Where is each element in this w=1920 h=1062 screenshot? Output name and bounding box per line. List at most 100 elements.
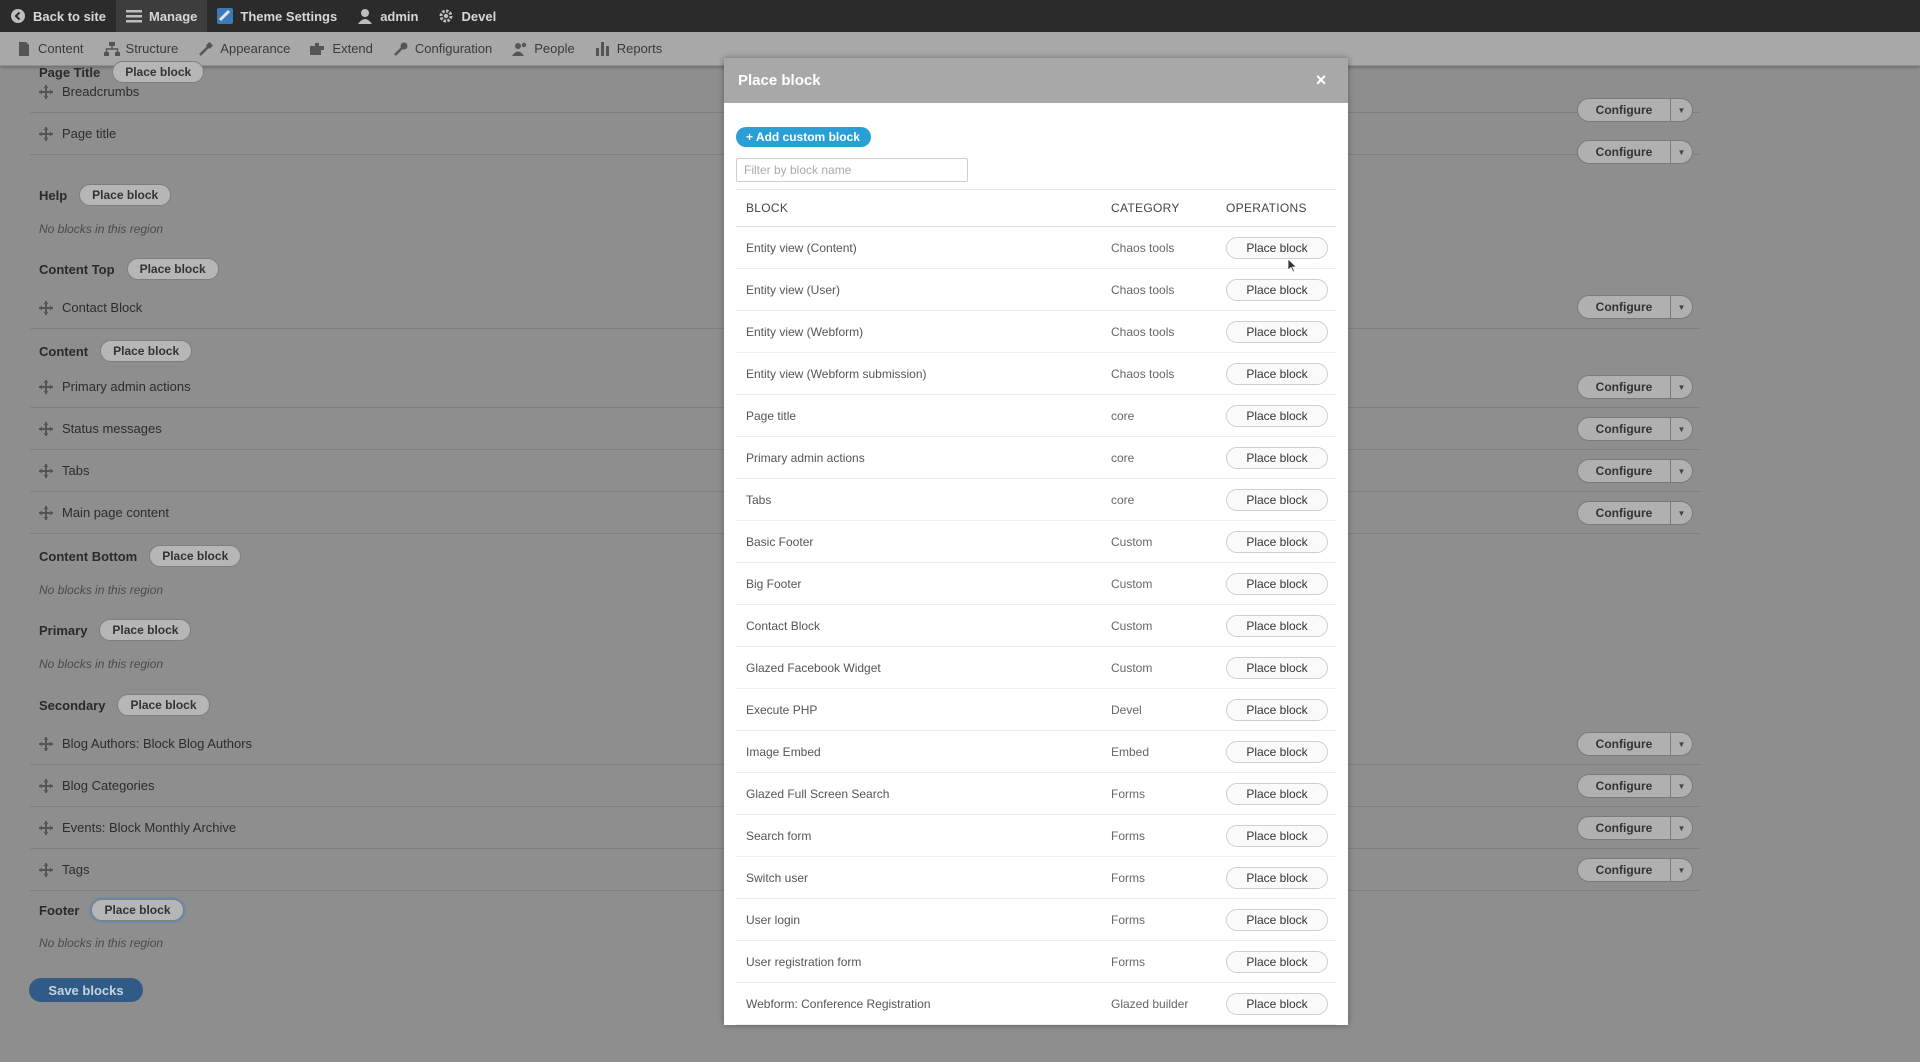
table-row: Page title core Place block bbox=[736, 395, 1336, 437]
manage-menu[interactable]: Manage bbox=[115, 0, 208, 32]
tray-item-appearance[interactable]: Appearance bbox=[188, 41, 300, 57]
operations-cell: Place block bbox=[1226, 698, 1336, 721]
filter-block-input[interactable] bbox=[736, 158, 968, 182]
place-block-button[interactable]: Place block bbox=[1226, 950, 1328, 973]
block-name: Entity view (Webform) bbox=[746, 324, 864, 339]
configure-button[interactable]: Configure bbox=[1577, 858, 1671, 882]
operations-cell: Place block bbox=[1226, 320, 1336, 343]
place-block-button[interactable]: Place block bbox=[149, 545, 242, 567]
tray-item-reports[interactable]: Reports bbox=[585, 41, 673, 57]
place-block-button[interactable]: Place block bbox=[1226, 404, 1328, 427]
add-custom-block-button[interactable]: + Add custom block bbox=[736, 127, 871, 147]
chevron-down-icon[interactable]: ▼ bbox=[1671, 417, 1693, 441]
table-row: Image Embed Embed Place block bbox=[736, 731, 1336, 773]
configure-button[interactable]: Configure bbox=[1577, 774, 1671, 798]
tray-item-people[interactable]: People bbox=[502, 41, 584, 57]
place-block-button[interactable]: Place block bbox=[91, 899, 184, 921]
table-row: Glazed Full Screen Search Forms Place bloc… bbox=[736, 773, 1336, 815]
theme-settings-label: Theme Settings bbox=[240, 8, 338, 24]
drag-handle-icon[interactable] bbox=[30, 84, 62, 99]
configure-button[interactable]: Configure bbox=[1577, 295, 1671, 319]
drag-handle-icon[interactable] bbox=[30, 463, 62, 478]
table-row: Webform: Conference Registration Glazed b… bbox=[736, 983, 1336, 1025]
region-label: Primary bbox=[39, 622, 88, 638]
configure-button[interactable]: Configure bbox=[1577, 459, 1671, 483]
block-label: Status messages bbox=[62, 421, 162, 436]
chevron-down-icon[interactable]: ▼ bbox=[1671, 774, 1693, 798]
place-block-button[interactable]: Place block bbox=[1226, 362, 1328, 385]
configure-split-button: Configure ▼ bbox=[1577, 295, 1693, 319]
place-block-button[interactable]: Place block bbox=[99, 619, 192, 641]
block-category: core bbox=[1111, 408, 1135, 423]
place-block-button[interactable]: Place block bbox=[1226, 740, 1328, 763]
chevron-down-icon[interactable]: ▼ bbox=[1671, 295, 1693, 319]
place-block-button[interactable]: Place block bbox=[1226, 530, 1328, 553]
operations-cell: Place block bbox=[1226, 908, 1336, 931]
drag-handle-icon[interactable] bbox=[30, 505, 62, 520]
chevron-down-icon[interactable]: ▼ bbox=[1671, 501, 1693, 525]
place-block-button[interactable]: Place block bbox=[1226, 866, 1328, 889]
place-block-button[interactable]: Place block bbox=[1226, 824, 1328, 847]
chevron-down-icon[interactable]: ▼ bbox=[1671, 858, 1693, 882]
drag-handle-icon[interactable] bbox=[30, 862, 62, 877]
reports-icon bbox=[595, 41, 611, 57]
configure-button[interactable]: Configure bbox=[1577, 732, 1671, 756]
block-category: Chaos tools bbox=[1111, 324, 1175, 339]
tray-item-configuration[interactable]: Configuration bbox=[383, 41, 502, 57]
tray-item-content[interactable]: Content bbox=[6, 41, 94, 57]
drag-handle-icon[interactable] bbox=[30, 126, 62, 141]
drag-handle-icon[interactable] bbox=[30, 300, 62, 315]
back-to-site-link[interactable]: Back to site bbox=[0, 0, 116, 32]
chevron-down-icon[interactable]: ▼ bbox=[1671, 732, 1693, 756]
place-block-button[interactable]: Place block bbox=[100, 340, 193, 362]
drag-handle-icon[interactable] bbox=[30, 778, 62, 793]
chevron-down-icon[interactable]: ▼ bbox=[1671, 459, 1693, 483]
configure-button[interactable]: Configure bbox=[1577, 375, 1671, 399]
table-row: Entity view (Webform) Chaos tools Place bl… bbox=[736, 311, 1336, 353]
configure-button[interactable]: Configure bbox=[1577, 501, 1671, 525]
close-icon[interactable]: × bbox=[1312, 71, 1330, 89]
place-block-button[interactable]: Place block bbox=[1226, 488, 1328, 511]
place-block-button[interactable]: Place block bbox=[1226, 278, 1328, 301]
theme-settings-link[interactable]: Theme Settings bbox=[207, 0, 347, 32]
chevron-down-icon[interactable]: ▼ bbox=[1671, 140, 1693, 164]
chevron-down-icon[interactable]: ▼ bbox=[1671, 816, 1693, 840]
place-block-button[interactable]: Place block bbox=[1226, 698, 1328, 721]
column-header-operations: OPERATIONS bbox=[1226, 201, 1307, 215]
block-category: Chaos tools bbox=[1111, 240, 1175, 255]
configure-button[interactable]: Configure bbox=[1577, 140, 1671, 164]
place-block-button[interactable]: Place block bbox=[1226, 614, 1328, 637]
place-block-button[interactable]: Place block bbox=[1226, 236, 1328, 259]
place-block-button[interactable]: Place block bbox=[1226, 320, 1328, 343]
content-icon bbox=[16, 41, 32, 57]
place-block-dialog: Place block × + Add custom block BLOCK C… bbox=[724, 58, 1348, 1025]
drag-handle-icon[interactable] bbox=[30, 820, 62, 835]
region-title-content-top: Content Top Place block bbox=[39, 258, 219, 280]
drag-handle-icon[interactable] bbox=[30, 736, 62, 751]
chevron-down-icon[interactable]: ▼ bbox=[1671, 375, 1693, 399]
tray-item-structure[interactable]: Structure bbox=[94, 41, 189, 57]
extend-icon bbox=[310, 41, 326, 57]
place-block-button[interactable]: Place block bbox=[1226, 782, 1328, 805]
place-block-button[interactable]: Place block bbox=[1226, 908, 1328, 931]
tray-label: Configuration bbox=[414, 41, 493, 56]
configure-button[interactable]: Configure bbox=[1577, 417, 1671, 441]
place-block-button[interactable]: Place block bbox=[1226, 446, 1328, 469]
devel-menu[interactable]: Devel bbox=[428, 0, 506, 32]
empty-region-message: No blocks in this region bbox=[39, 583, 164, 597]
place-block-button[interactable]: Place block bbox=[117, 694, 210, 716]
user-menu[interactable]: admin bbox=[347, 0, 428, 32]
block-name: Big Footer bbox=[746, 576, 802, 591]
place-block-button[interactable]: Place block bbox=[1226, 572, 1328, 595]
place-block-button[interactable]: Place block bbox=[79, 184, 172, 206]
place-block-button[interactable]: Place block bbox=[1226, 992, 1328, 1015]
save-blocks-button[interactable]: Save blocks bbox=[29, 978, 143, 1002]
place-block-button[interactable]: Place block bbox=[126, 258, 219, 280]
configure-button[interactable]: Configure bbox=[1577, 816, 1671, 840]
place-block-button[interactable]: Place block bbox=[1226, 656, 1328, 679]
tray-item-extend[interactable]: Extend bbox=[300, 41, 382, 57]
drag-handle-icon[interactable] bbox=[30, 379, 62, 394]
block-label: Main page content bbox=[62, 505, 169, 520]
block-label: Page title bbox=[62, 126, 117, 141]
drag-handle-icon[interactable] bbox=[30, 421, 62, 436]
